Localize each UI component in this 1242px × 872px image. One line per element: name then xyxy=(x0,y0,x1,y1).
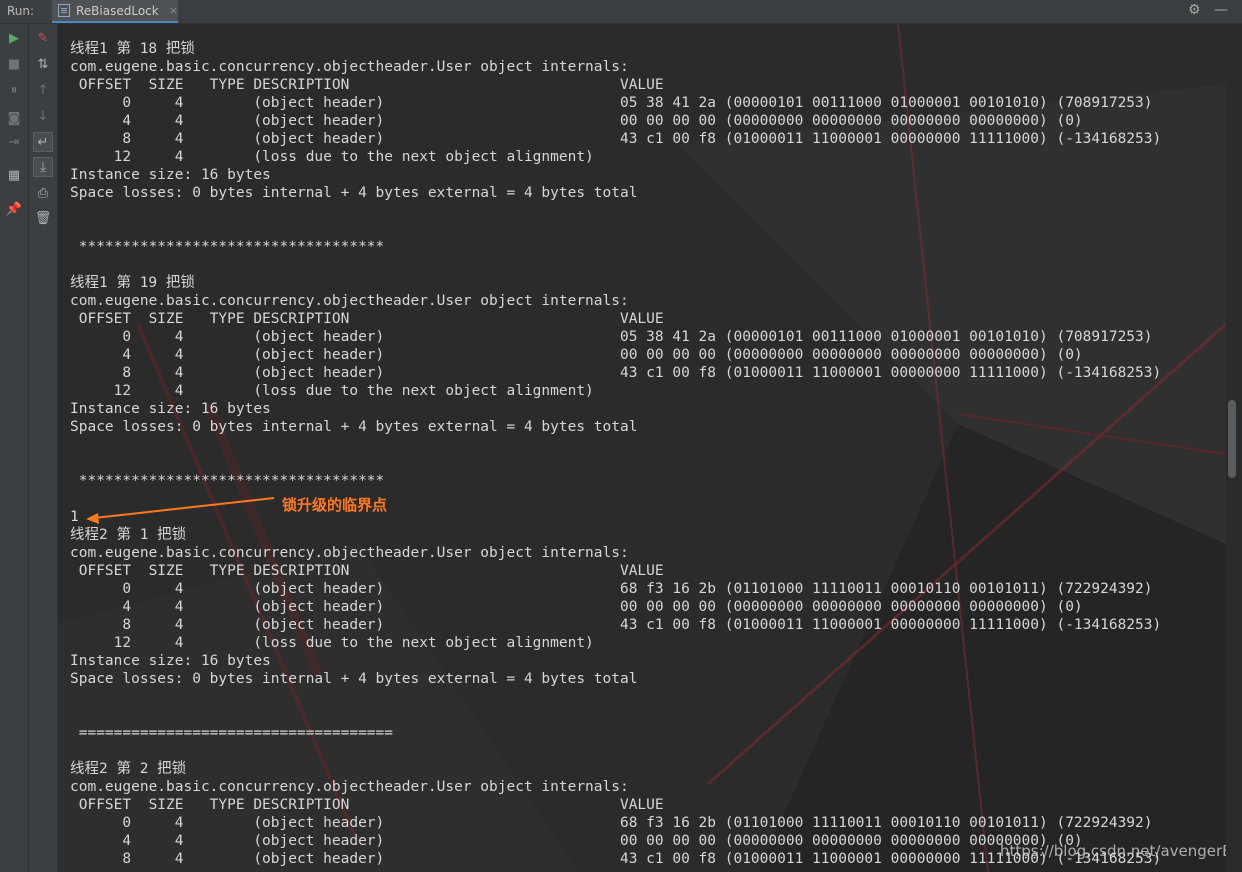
console-line: ==================================== xyxy=(70,725,394,741)
console-line: 0 4 (object header) 05 38 41 2a (0000010… xyxy=(70,329,1153,345)
run-toolwindow-header: Run: ReBiasedLock × ⚙ — xyxy=(0,0,1242,24)
console-line: com.eugene.basic.concurrency.objectheade… xyxy=(70,545,629,561)
console-line: 8 4 (object header) 43 c1 00 f8 (0100001… xyxy=(70,365,1162,381)
trash-icon[interactable]: 🗑 xyxy=(33,208,53,228)
edit-icon[interactable]: ✎ xyxy=(33,28,53,48)
console-line: 4 4 (object header) 00 00 00 00 (0000000… xyxy=(70,833,1083,849)
console-line: OFFSET SIZE TYPE DESCRIPTION VALUE xyxy=(70,311,664,327)
close-tab-icon[interactable]: × xyxy=(169,4,178,17)
console-line: 12 4 (loss due to the next object alignm… xyxy=(70,149,594,165)
console-line: 线程1 第 18 把锁 xyxy=(70,41,195,57)
vertical-scrollbar-thumb[interactable] xyxy=(1228,400,1236,478)
pin-icon[interactable]: 📌 xyxy=(4,199,24,219)
console-line: Instance size: 16 bytes xyxy=(70,167,271,183)
console-line: 8 4 (object header) 43 c1 00 f8 (0100001… xyxy=(70,131,1162,147)
console-line: 0 4 (object header) 05 38 41 2a (0000010… xyxy=(70,95,1153,111)
console-line: 4 4 (object header) 00 00 00 00 (0000000… xyxy=(70,113,1083,129)
console-line: 0 4 (object header) 68 f3 16 2b (0110100… xyxy=(70,581,1153,597)
sort-icon[interactable]: ⇅ xyxy=(33,54,53,74)
console-line: OFFSET SIZE TYPE DESCRIPTION VALUE xyxy=(70,77,664,93)
console-line: *********************************** xyxy=(70,239,385,255)
console-line: Space losses: 0 bytes internal + 4 bytes… xyxy=(70,185,638,201)
gear-icon[interactable]: ⚙ xyxy=(1188,2,1201,18)
run-toolbar-primary: ▶ ■ ⏸ ◙ ⇥ ▦ 📌 xyxy=(0,24,29,872)
tab-title: ReBiasedLock xyxy=(76,3,159,18)
run-toolbar-secondary: ✎ ⇅ ↑ ↓ ↵ ⤓ ⎙ 🗑 xyxy=(29,24,58,872)
stop-icon[interactable]: ■ xyxy=(4,54,24,74)
console-line: com.eugene.basic.concurrency.objectheade… xyxy=(70,779,629,795)
minimize-icon[interactable]: — xyxy=(1214,2,1228,18)
rerun-icon[interactable]: ▶ xyxy=(4,28,24,48)
print-icon[interactable]: ⎙ xyxy=(33,183,53,203)
console-line: 12 4 (loss due to the next object alignm… xyxy=(70,635,594,651)
soft-wrap-icon[interactable]: ↵ xyxy=(33,132,53,152)
console-line: Space losses: 0 bytes internal + 4 bytes… xyxy=(70,419,638,435)
run-config-icon xyxy=(58,4,70,17)
tab-rebiasedlock[interactable]: ReBiasedLock × xyxy=(52,0,178,23)
console-line: 12 4 (loss due to the next object alignm… xyxy=(70,383,594,399)
console-line: 8 4 (object header) 43 c1 00 f8 (0100001… xyxy=(70,851,1162,867)
layout-icon[interactable]: ▦ xyxy=(4,165,24,185)
console-line: 线程2 第 1 把锁 xyxy=(70,527,187,543)
console-line: com.eugene.basic.concurrency.objectheade… xyxy=(70,59,629,75)
console-line: OFFSET SIZE TYPE DESCRIPTION VALUE xyxy=(70,563,664,579)
console-line: Instance size: 16 bytes xyxy=(70,653,271,669)
camera-icon[interactable]: ◙ xyxy=(4,108,24,128)
watermark: https://blog.csdn.net/avengerEug xyxy=(1000,842,1226,860)
up-arrow-icon[interactable]: ↑ xyxy=(33,80,53,100)
console-line: 0 4 (object header) 68 f3 16 2b (0110100… xyxy=(70,815,1153,831)
console-line: 4 4 (object header) 00 00 00 00 (0000000… xyxy=(70,347,1083,363)
console-lines: 线程1 第 18 把锁 com.eugene.basic.concurrency.… xyxy=(70,40,1161,868)
down-arrow-icon[interactable]: ↓ xyxy=(33,106,53,126)
console-line: 1 xyxy=(70,509,79,525)
scroll-to-end-icon[interactable]: ⤓ xyxy=(33,157,53,177)
run-label: Run: xyxy=(7,4,35,18)
console-line: 4 4 (object header) 00 00 00 00 (0000000… xyxy=(70,599,1083,615)
console-output[interactable]: 线程1 第 18 把锁 com.eugene.basic.concurrency.… xyxy=(58,24,1226,872)
console-line: *********************************** xyxy=(70,473,385,489)
exit-icon[interactable]: ⇥ xyxy=(4,132,24,152)
pause-icon[interactable]: ⏸ xyxy=(4,80,24,100)
console-line: Instance size: 16 bytes xyxy=(70,401,271,417)
console-line: 8 4 (object header) 43 c1 00 f8 (0100001… xyxy=(70,617,1162,633)
console-line: Space losses: 0 bytes internal + 4 bytes… xyxy=(70,671,638,687)
console-line: 线程2 第 2 把锁 xyxy=(70,761,187,777)
annotation-label: 锁升级的临界点 xyxy=(282,496,388,514)
console-line: 线程1 第 19 把锁 xyxy=(70,275,195,291)
console-line: com.eugene.basic.concurrency.objectheade… xyxy=(70,293,629,309)
console-line: OFFSET SIZE TYPE DESCRIPTION VALUE xyxy=(70,797,664,813)
